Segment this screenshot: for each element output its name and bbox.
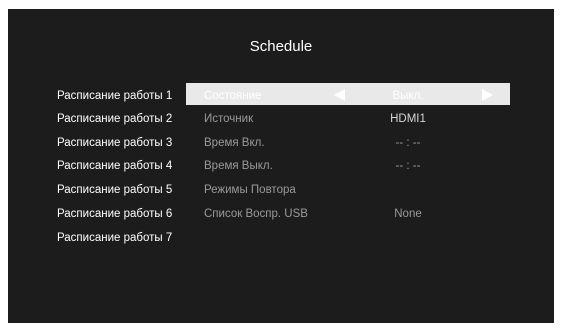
setting-value-source[interactable]: HDMI1 bbox=[363, 113, 453, 125]
setting-label-source[interactable]: Источник bbox=[204, 113, 253, 125]
setting-label-usb-playlist[interactable]: Список Воспр. USB bbox=[204, 208, 308, 220]
menu-title: Schedule bbox=[249, 38, 313, 55]
schedule-item-5[interactable]: Расписание работы 5 bbox=[57, 184, 187, 196]
triangle-right-icon[interactable] bbox=[482, 89, 493, 101]
osd-screen: Schedule Расписание работы 1 Расписание … bbox=[8, 9, 554, 323]
setting-label-on-time[interactable]: Время Вкл. bbox=[204, 137, 265, 149]
setting-value-off-time[interactable]: -- : -- bbox=[363, 160, 453, 172]
schedule-item-1[interactable]: Расписание работы 1 bbox=[57, 90, 187, 102]
setting-value-state[interactable]: Выкл. bbox=[363, 90, 453, 102]
setting-value-usb-playlist[interactable]: None bbox=[363, 208, 453, 220]
setting-label-off-time[interactable]: Время Выкл. bbox=[204, 160, 273, 172]
schedule-item-4[interactable]: Расписание работы 4 bbox=[57, 160, 187, 172]
schedule-item-6[interactable]: Расписание работы 6 bbox=[57, 208, 187, 220]
schedule-item-2[interactable]: Расписание работы 2 bbox=[57, 113, 187, 125]
setting-value-on-time[interactable]: -- : -- bbox=[363, 137, 453, 149]
triangle-left-icon[interactable] bbox=[334, 89, 345, 101]
schedule-item-3[interactable]: Расписание работы 3 bbox=[57, 137, 187, 149]
setting-label-state[interactable]: Состояние bbox=[204, 90, 261, 102]
schedule-item-7[interactable]: Расписание работы 7 bbox=[57, 232, 187, 244]
setting-label-repeat-modes[interactable]: Режимы Повтора bbox=[204, 184, 296, 196]
